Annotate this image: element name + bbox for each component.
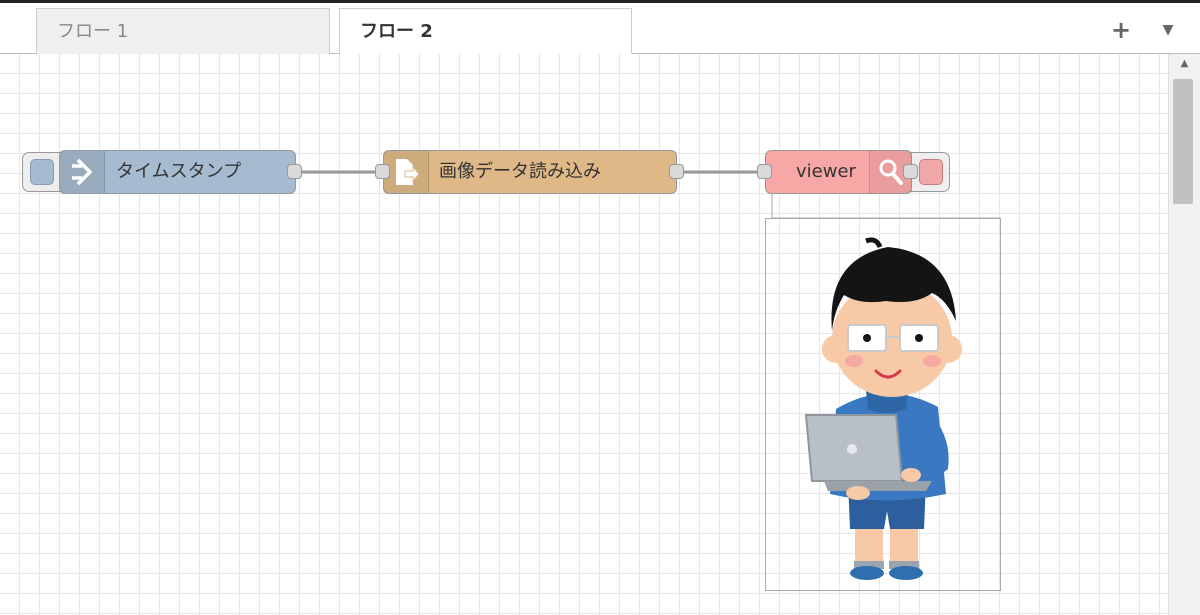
node-file-in[interactable]: 画像データ読み込み — [383, 150, 677, 194]
output-port[interactable] — [669, 164, 684, 179]
workspace-tabs: フロー 1 フロー 2 + ▼ — [0, 3, 1200, 55]
output-port[interactable] — [287, 164, 302, 179]
arrow-in-icon — [60, 151, 105, 193]
input-port[interactable] — [757, 164, 772, 179]
node-label: タイムスタンプ — [116, 161, 242, 182]
node-red-editor: フロー 1 フロー 2 + ▼ ▲ タイムスタンプ 画像データ読み込み view… — [0, 0, 1200, 615]
file-in-icon — [384, 151, 429, 193]
vertical-scrollbar[interactable]: ▲ — [1168, 54, 1200, 615]
plus-icon: + — [1110, 16, 1132, 44]
tab-label: フロー 2 — [360, 21, 433, 42]
viewer-toggle-fill — [919, 159, 943, 185]
output-port[interactable] — [903, 164, 918, 179]
chevron-down-icon: ▼ — [1162, 22, 1174, 38]
preview-connector — [771, 194, 1000, 219]
tab-flow-2[interactable]: フロー 2 — [339, 8, 632, 55]
node-inject[interactable]: タイムスタンプ — [59, 150, 296, 194]
tab-flow-1[interactable]: フロー 1 — [36, 8, 330, 54]
node-image-viewer[interactable]: viewer — [765, 150, 912, 194]
scroll-up-icon[interactable]: ▲ — [1169, 58, 1200, 69]
add-tab-button[interactable]: + — [1108, 13, 1134, 47]
node-label: viewer — [796, 161, 856, 182]
tab-menu-button[interactable]: ▼ — [1155, 13, 1181, 47]
scrollbar-thumb[interactable] — [1173, 79, 1193, 204]
inject-button-fill — [30, 159, 54, 185]
image-preview — [765, 218, 1001, 591]
input-port[interactable] — [375, 164, 390, 179]
inject-trigger-button[interactable] — [22, 152, 62, 192]
node-label: 画像データ読み込み — [439, 161, 601, 182]
person-with-laptop-illustration — [804, 237, 962, 580]
tab-label: フロー 1 — [57, 21, 129, 42]
